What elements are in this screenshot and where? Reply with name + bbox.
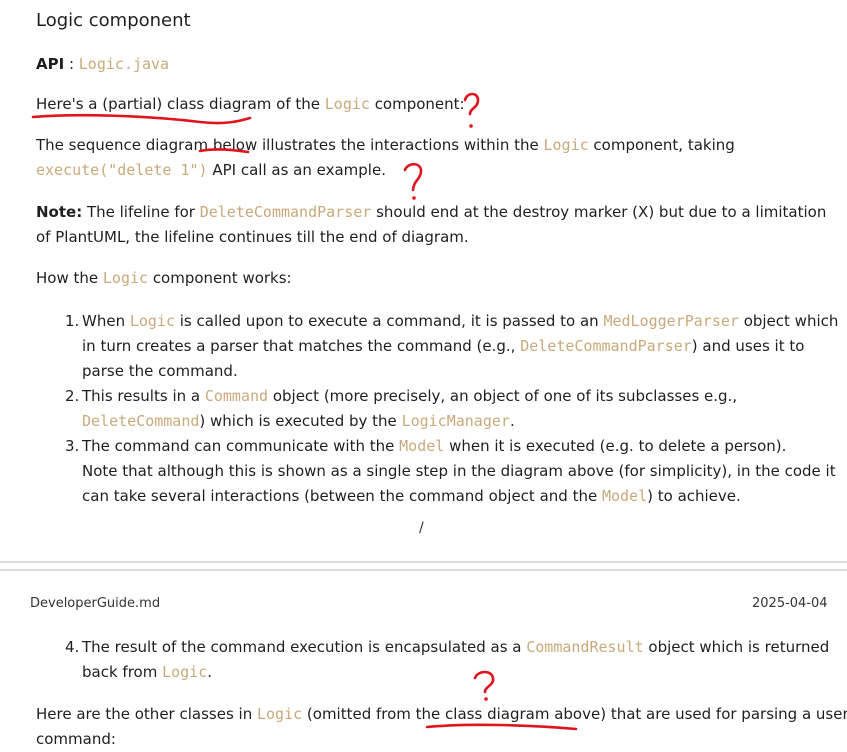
text: The lifeline for xyxy=(82,203,200,221)
text: When xyxy=(82,312,130,330)
text: object which xyxy=(738,312,839,330)
text: can take several interactions (between t… xyxy=(82,487,602,505)
code-logic: Logic xyxy=(256,705,303,723)
text: The result of the command execution is e… xyxy=(82,638,527,656)
code: Logic xyxy=(129,312,175,330)
api-sep: : xyxy=(64,55,79,73)
text: ) to achieve. xyxy=(647,487,741,505)
footer-date: 2025-04-04 xyxy=(752,596,828,611)
page-mark: / xyxy=(419,520,424,536)
text: of PlantUML, the lifeline continues till… xyxy=(36,228,469,246)
text: . xyxy=(509,412,515,430)
text: . xyxy=(207,663,213,681)
text: command: xyxy=(36,730,116,748)
text: should end at the destroy marker (X) but… xyxy=(371,203,827,221)
page-1: Logic component API : Logic.java Here's … xyxy=(0,0,847,569)
text: component, taking xyxy=(588,136,735,154)
code: LogicManager xyxy=(401,412,510,430)
code: DeleteCommandParser xyxy=(520,337,692,355)
text: Here are the other classes in xyxy=(36,705,257,723)
section-heading: Logic component xyxy=(36,10,191,31)
question-mark-dot xyxy=(484,697,488,701)
list-item: 4. The result of the command execution i… xyxy=(36,635,829,685)
steps-list: 1. When Logic is called upon to execute … xyxy=(36,309,838,509)
list-number: 2. xyxy=(65,387,80,405)
code-execute: execute("delete 1") xyxy=(36,161,208,179)
footer-filename: DeveloperGuide.md xyxy=(30,596,161,611)
text: This results in a xyxy=(82,387,205,405)
text: when it is executed (e.g. to delete a pe… xyxy=(444,437,787,455)
api-file-link[interactable]: Logic.java xyxy=(79,55,169,73)
list-number: 3. xyxy=(65,437,80,455)
text: is called upon to execute a command, it … xyxy=(175,312,604,330)
text: How the xyxy=(36,269,103,287)
text: back from xyxy=(82,663,163,681)
text: ) and uses it to xyxy=(691,337,805,355)
text: The command can communicate with the xyxy=(82,437,400,455)
text: component works: xyxy=(148,269,292,287)
code: Command xyxy=(204,387,269,405)
note-paragraph: Note: The lifeline for DeleteCommandPars… xyxy=(36,200,826,250)
list-number: 4. xyxy=(65,638,80,656)
text: component: xyxy=(369,95,465,113)
steps-list-continued: 4. The result of the command execution i… xyxy=(36,635,829,685)
page-break-bottom xyxy=(0,569,847,571)
code-logic: Logic xyxy=(102,269,149,287)
code-parser: DeleteCommandParser xyxy=(199,203,372,221)
code-logic: Logic xyxy=(543,136,589,154)
code: DeleteCommand xyxy=(82,412,200,430)
class-diagram-paragraph: Here's a (partial) class diagram of the … xyxy=(36,92,465,117)
list-item: 2. This results in a Command object (mor… xyxy=(36,384,826,434)
how-paragraph: How the Logic component works: xyxy=(36,266,292,291)
text: Note that although this is shown as a si… xyxy=(82,462,836,480)
note-label: Note: xyxy=(36,203,83,221)
text: parse the command. xyxy=(82,362,238,380)
list-number: 1. xyxy=(65,312,80,330)
text: (omitted from the class diagram above) t… xyxy=(302,705,847,723)
api-line: API : Logic.java xyxy=(36,52,169,77)
sequence-paragraph: The sequence diagram below illustrates t… xyxy=(36,133,735,183)
code: Model xyxy=(601,487,648,505)
code: MedLoggerParser xyxy=(603,312,739,330)
text: ) which is executed by the xyxy=(199,412,402,430)
page-break-top xyxy=(0,561,847,563)
list-item: 1. When Logic is called upon to execute … xyxy=(36,309,838,384)
code: Logic xyxy=(162,663,208,681)
text: API call as an example. xyxy=(207,161,386,179)
api-label: API xyxy=(36,55,65,73)
text: The sequence diagram below illustrates t… xyxy=(36,136,544,154)
text: object which is returned xyxy=(643,638,830,656)
text: Here's a (partial) class diagram of the xyxy=(36,95,325,113)
code: Model xyxy=(399,437,445,455)
code-logic: Logic xyxy=(324,95,370,113)
text: in turn creates a parser that matches th… xyxy=(82,337,521,355)
list-item: 3. The command can communicate with the … xyxy=(36,434,836,509)
text: object (more precisely, an object of one… xyxy=(268,387,738,405)
code: CommandResult xyxy=(526,638,644,656)
